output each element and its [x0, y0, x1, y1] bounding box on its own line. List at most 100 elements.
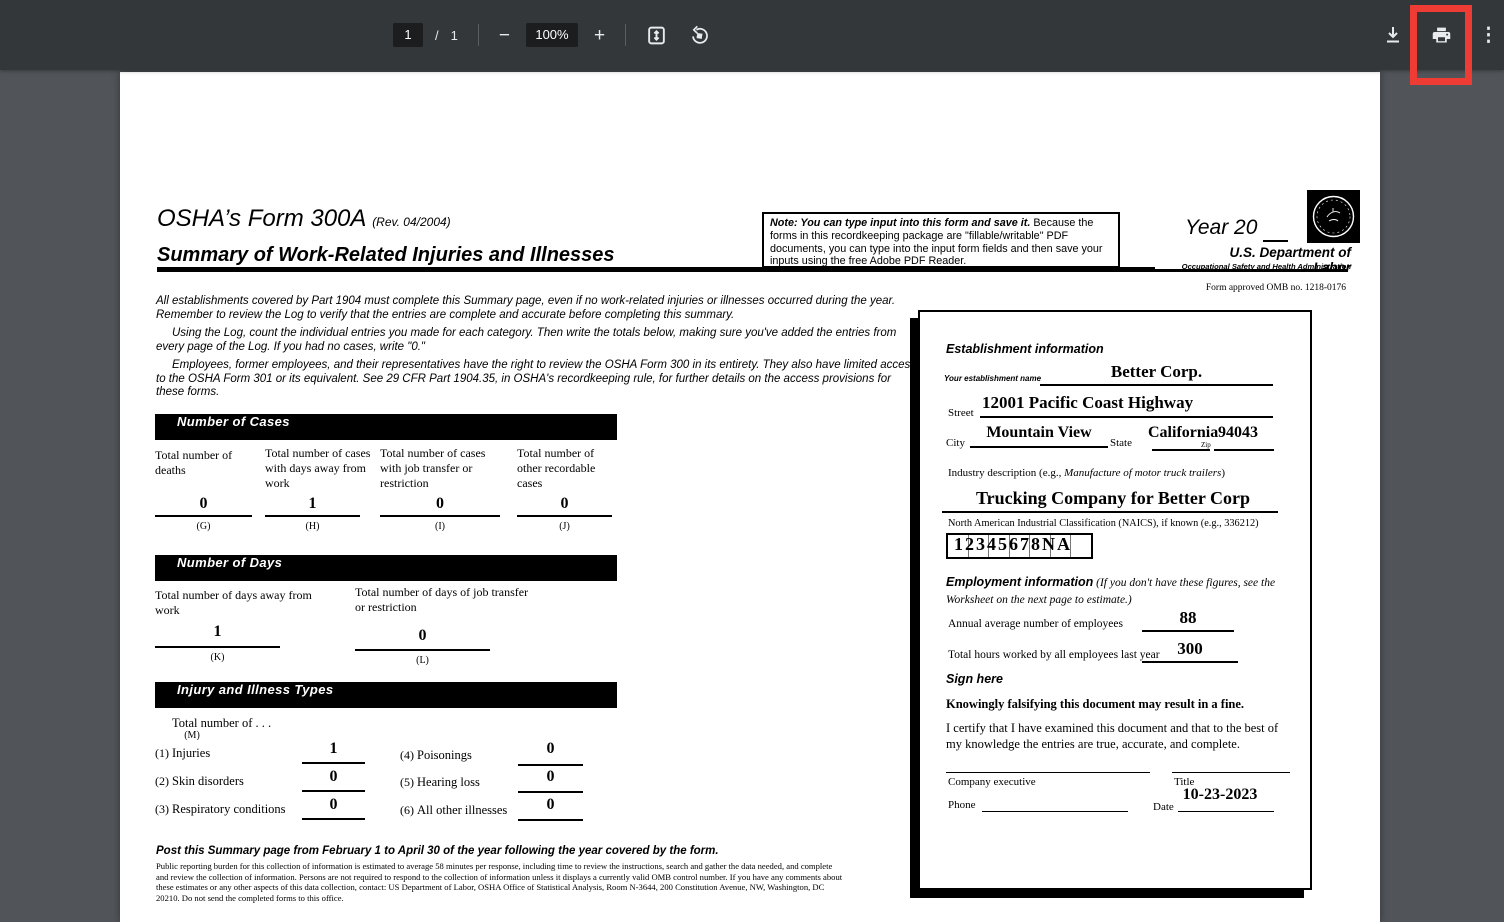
cases-col-label: Total number of cases with days away fro… — [265, 446, 377, 491]
section-header-injury-illness-types: Injury and Illness Types — [155, 682, 617, 708]
total-hours-label: Total hours worked by all employees last… — [948, 649, 1160, 661]
naics-label: North American Industrial Classification… — [948, 518, 1259, 529]
note-bold-text: Note: You can type input into this form … — [770, 217, 1030, 229]
naics-cell — [1071, 535, 1091, 557]
days-away-cases-field[interactable]: 1 — [265, 495, 360, 513]
falsify-warning: Knowingly falsifying this document may r… — [946, 697, 1244, 712]
field-line — [1142, 661, 1238, 663]
field-line — [970, 446, 1108, 448]
field-line — [518, 791, 583, 793]
column-letter: (L) — [355, 655, 490, 666]
form-subtitle: Summary of Work-Related Injuries and Ill… — [157, 244, 615, 267]
field-line — [942, 511, 1278, 513]
avg-employees-field[interactable]: 88 — [1142, 608, 1234, 628]
pdf-viewport[interactable]: OSHA’s Form 300A (Rev. 04/2004) Summary … — [0, 70, 1504, 922]
intro-paragraph-1: All establishments covered by Part 1904 … — [156, 295, 916, 322]
street-label: Street — [948, 407, 974, 419]
types-row-label: (3) Respiratory conditions — [155, 802, 286, 817]
toolbar-divider — [625, 24, 626, 46]
naics-field[interactable]: 12345678NA — [954, 534, 1072, 555]
job-transfer-cases-field[interactable]: 0 — [380, 495, 500, 513]
paperwork-burden-text: Public reporting burden for this collect… — [156, 861, 844, 903]
section-header-number-of-cases: Number of Cases — [155, 414, 617, 440]
intro-text: All establishments covered by Part 1904 … — [156, 295, 916, 405]
more-options-icon[interactable]: ⋮ — [1479, 24, 1498, 47]
print-icon[interactable] — [1431, 25, 1452, 51]
field-line — [155, 515, 252, 517]
city-field[interactable]: Mountain View — [970, 424, 1108, 442]
title-line[interactable] — [1172, 772, 1290, 773]
field-line — [302, 818, 365, 820]
respiratory-conditions-field[interactable]: 0 — [302, 796, 365, 814]
year-line[interactable] — [1263, 240, 1288, 242]
industry-description-field[interactable]: Trucking Company for Better Corp — [948, 488, 1278, 509]
field-line — [355, 649, 490, 651]
state-label: State — [1110, 437, 1132, 449]
state-field[interactable]: California — [1148, 424, 1218, 442]
company-executive-label: Company executive — [948, 776, 1036, 788]
establishment-name-field[interactable]: Better Corp. — [1040, 362, 1273, 382]
types-row-label: (5) Hearing loss — [400, 775, 480, 790]
field-line — [1040, 384, 1273, 386]
section-header-number-of-days: Number of Days — [155, 555, 617, 581]
column-letter: (K) — [155, 652, 280, 663]
page-total: 1 — [451, 28, 458, 43]
field-line — [380, 515, 500, 517]
field-line — [517, 515, 612, 517]
employment-header: Employment information — [946, 575, 1093, 589]
city-label: City — [946, 437, 965, 449]
industry-description-label: Industry description (e.g., Manufacture … — [948, 467, 1225, 479]
days-col-label: Total number of days of job transfer or … — [355, 585, 535, 615]
column-letter: (H) — [265, 521, 360, 532]
column-letter: (I) — [380, 521, 500, 532]
field-line — [980, 416, 1273, 418]
employment-header-row: Employment information (If you don't hav… — [946, 574, 1278, 608]
phone-line[interactable] — [982, 811, 1128, 812]
total-hours-field[interactable]: 300 — [1142, 639, 1238, 659]
street-field[interactable]: 12001 Pacific Coast Highway — [982, 393, 1242, 413]
injuries-field[interactable]: 1 — [302, 740, 365, 758]
signature-line[interactable] — [946, 772, 1150, 773]
field-line — [1142, 630, 1234, 632]
types-row-label: (6) All other illnesses — [400, 803, 507, 818]
form-revision: (Rev. 04/2004) — [372, 215, 451, 229]
zip-label: Zip — [1201, 441, 1211, 449]
column-letter: (J) — [517, 521, 612, 532]
cases-col-label: Total number of deaths — [155, 448, 255, 478]
form-title: OSHA’s Form 300A — [157, 205, 366, 232]
fit-page-icon[interactable] — [646, 25, 667, 46]
download-icon[interactable] — [1383, 25, 1403, 50]
skin-disorders-field[interactable]: 0 — [302, 768, 365, 786]
field-line — [302, 762, 365, 764]
types-row-label: (2) Skin disorders — [155, 774, 244, 789]
page-separator: / — [435, 28, 439, 43]
date-field[interactable]: 10-23-2023 — [1170, 786, 1270, 804]
days-away-field[interactable]: 1 — [155, 623, 280, 641]
certify-statement: I certify that I have examined this docu… — [946, 721, 1288, 752]
pdf-page: OSHA’s Form 300A (Rev. 04/2004) Summary … — [120, 72, 1380, 922]
column-letter: (G) — [155, 521, 252, 532]
cases-col-label: Total number of other recordable cases — [517, 446, 617, 491]
field-line — [155, 646, 280, 648]
rotate-icon[interactable] — [689, 25, 710, 46]
phone-label: Phone — [948, 799, 976, 811]
zip-field[interactable]: 94043 — [1218, 424, 1258, 442]
dol-subtitle: Occupational Safety and Health Administr… — [1150, 262, 1351, 271]
zoom-level-input[interactable]: 100% — [526, 23, 578, 47]
other-recordable-cases-field[interactable]: 0 — [517, 495, 612, 513]
days-transfer-field[interactable]: 0 — [355, 627, 490, 645]
deaths-field[interactable]: 0 — [155, 495, 252, 513]
hearing-loss-field[interactable]: 0 — [518, 768, 583, 786]
note-box: Note: You can type input into this form … — [762, 212, 1120, 268]
establishment-panel: Establishment information Your establish… — [918, 310, 1312, 890]
field-line — [302, 790, 365, 792]
all-other-illnesses-field[interactable]: 0 — [518, 796, 583, 814]
intro-paragraph-3: Employees, former employees, and their r… — [156, 359, 916, 400]
omb-approval: Form approved OMB no. 1218-0176 — [1146, 283, 1346, 293]
zoom-in-button[interactable]: + — [594, 26, 605, 45]
year-label: Year 20 — [1185, 216, 1257, 240]
zoom-out-button[interactable]: − — [499, 26, 510, 45]
types-total-letter: (M) — [182, 730, 202, 741]
poisonings-field[interactable]: 0 — [518, 740, 583, 758]
page-number-input[interactable]: 1 — [393, 23, 423, 47]
